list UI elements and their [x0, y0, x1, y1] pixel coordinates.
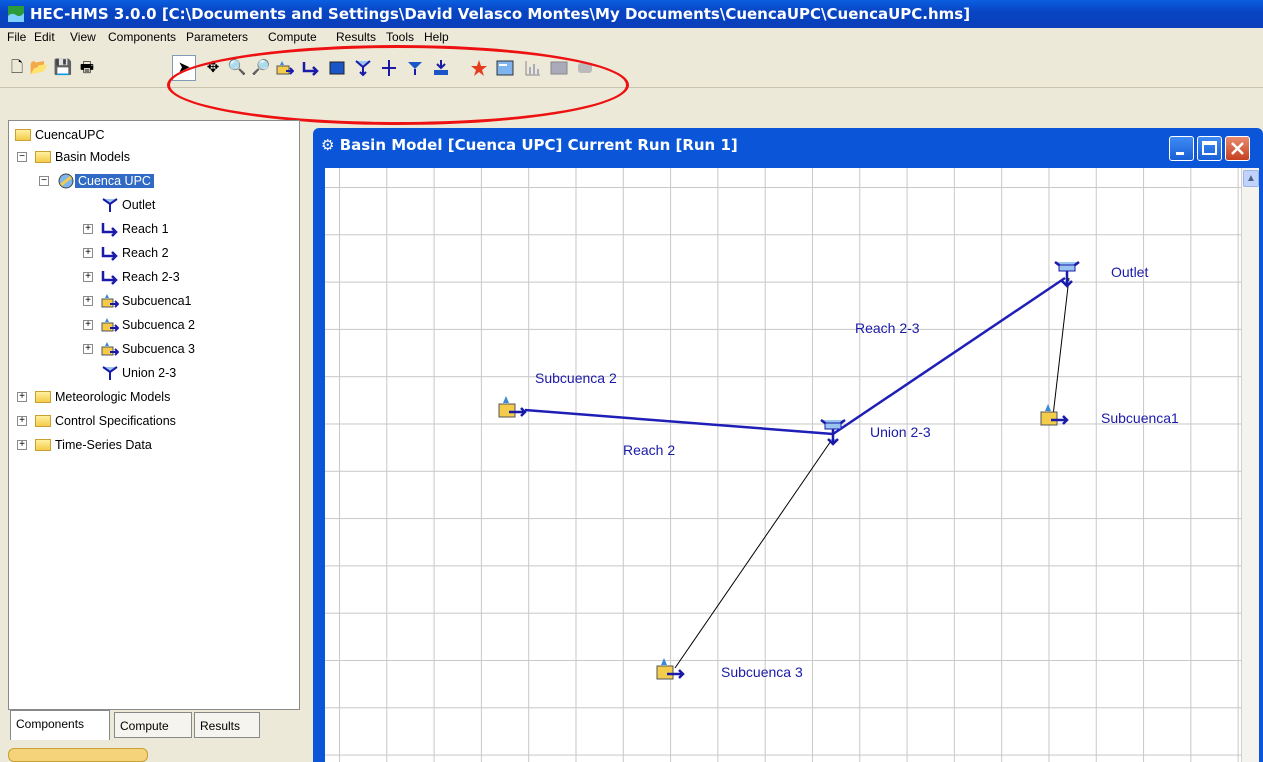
- junction-icon: [102, 198, 118, 212]
- tree-element-reach-1[interactable]: Reach 1: [101, 218, 169, 240]
- tree-meteorologic-models[interactable]: Meteorologic Models: [35, 386, 170, 408]
- reach-icon: [101, 247, 118, 261]
- menu-results[interactable]: Results: [336, 30, 376, 44]
- reach-2-line[interactable]: [524, 408, 834, 436]
- basin-map-canvas[interactable]: Outlet Reach 2-3 Subcuenca 2 Subcuenca1 …: [325, 168, 1241, 762]
- reach-2-3-label: Reach 2-3: [855, 320, 920, 336]
- basin-window-title: ⚙ Basin Model [Cuenca UPC] Current Run […: [321, 136, 738, 154]
- expand-icon[interactable]: +: [17, 416, 27, 426]
- junction-icon: [102, 366, 118, 380]
- expand-icon[interactable]: +: [83, 248, 93, 258]
- folder-icon: [35, 415, 51, 427]
- menu-file[interactable]: File: [7, 30, 26, 44]
- expand-icon[interactable]: +: [83, 344, 93, 354]
- expand-icon[interactable]: +: [17, 440, 27, 450]
- tree-element-reach-2-3[interactable]: Reach 2-3: [101, 266, 180, 288]
- annotation-oval: [167, 45, 629, 125]
- union-junction-icon[interactable]: [820, 419, 846, 446]
- collapse-icon[interactable]: −: [39, 176, 49, 186]
- reach-icon: [101, 223, 118, 237]
- expand-icon[interactable]: +: [83, 224, 93, 234]
- menu-tools[interactable]: Tools: [386, 30, 414, 44]
- reach-2-3-line[interactable]: [832, 276, 1066, 436]
- expand-icon[interactable]: +: [83, 320, 93, 330]
- expand-icon[interactable]: +: [83, 272, 93, 282]
- folder-icon: [35, 391, 51, 403]
- outlet-label: Outlet: [1111, 264, 1149, 280]
- app-title-bar: HEC-HMS 3.0.0 [C:\Documents and Settings…: [0, 0, 1263, 28]
- menu-edit[interactable]: Edit: [34, 30, 55, 44]
- vertical-scrollbar[interactable]: ▲: [1241, 168, 1259, 762]
- collapse-icon[interactable]: −: [17, 152, 27, 162]
- tree-control-specifications[interactable]: Control Specifications: [35, 410, 176, 432]
- subbasin-icon: [101, 294, 119, 308]
- union-2-3-label: Union 2-3: [870, 424, 931, 440]
- subcuenca1-label: Subcuenca1: [1101, 410, 1179, 426]
- minimize-button[interactable]: [1169, 136, 1194, 161]
- subcuenca3-connector: [674, 437, 834, 669]
- tab-components[interactable]: Components: [10, 710, 110, 740]
- basin-model-icon: ⚙: [321, 136, 335, 154]
- menu-help[interactable]: Help: [424, 30, 449, 44]
- new-file-icon[interactable]: 🗋: [8, 59, 26, 77]
- subbasin-icon: [101, 318, 119, 332]
- save-icon[interactable]: 💾: [54, 59, 73, 77]
- folder-open-icon: [15, 129, 31, 141]
- subcuenca2-subbasin-icon[interactable]: [498, 396, 527, 418]
- tree-element-reach-2[interactable]: Reach 2: [101, 242, 169, 264]
- tree-element-subcuenca1[interactable]: Subcuenca1: [101, 290, 192, 312]
- close-button[interactable]: [1225, 136, 1250, 161]
- reach-icon: [101, 271, 118, 285]
- tab-compute[interactable]: Compute: [114, 712, 192, 738]
- folder-icon: [35, 439, 51, 451]
- tree-basin-models[interactable]: Basin Models: [35, 146, 130, 168]
- subbasin-icon: [101, 342, 119, 356]
- expand-icon[interactable]: +: [83, 296, 93, 306]
- basin-model-window: ⚙ Basin Model [Cuenca UPC] Current Run […: [313, 128, 1263, 762]
- print-icon[interactable]: 🖶: [78, 59, 96, 77]
- hec-hms-app-icon: [8, 6, 24, 22]
- tree-element-subcuenca-2[interactable]: Subcuenca 2: [101, 314, 195, 336]
- scroll-up-button[interactable]: ▲: [1243, 170, 1259, 187]
- subcuenca1-connector: [1052, 277, 1070, 417]
- status-strip: [8, 748, 148, 762]
- menu-view[interactable]: View: [70, 30, 96, 44]
- menu-compute[interactable]: Compute: [268, 30, 317, 44]
- reach-2-label: Reach 2: [623, 442, 676, 458]
- expand-icon[interactable]: +: [17, 392, 27, 402]
- menu-components[interactable]: Components: [108, 30, 176, 44]
- component-tree-panel: CuencaUPC − Basin Models − Cuenca UPC Ou…: [8, 120, 300, 710]
- tree-element-outlet[interactable]: Outlet: [101, 194, 155, 216]
- folder-open-icon: [35, 151, 51, 163]
- subcuenca-3-label: Subcuenca 3: [721, 664, 803, 680]
- tree-basin-cuenca-upc[interactable]: Cuenca UPC: [57, 170, 154, 192]
- menu-bar: File Edit View Components Parameters Com…: [0, 28, 1263, 48]
- basin-model-icon: [58, 173, 74, 189]
- window-title: HEC-HMS 3.0.0 [C:\Documents and Settings…: [30, 5, 971, 23]
- menu-parameters[interactable]: Parameters: [186, 30, 248, 44]
- subcuenca-2-label: Subcuenca 2: [535, 370, 617, 386]
- tree-root[interactable]: CuencaUPC: [15, 124, 104, 146]
- tree-element-union-2-3[interactable]: Union 2-3: [101, 362, 176, 384]
- tree-element-subcuenca-3[interactable]: Subcuenca 3: [101, 338, 195, 360]
- maximize-button[interactable]: [1197, 136, 1222, 161]
- open-folder-icon[interactable]: 📂: [30, 59, 49, 77]
- tab-results[interactable]: Results: [194, 712, 260, 738]
- tree-time-series-data[interactable]: Time-Series Data: [35, 434, 152, 456]
